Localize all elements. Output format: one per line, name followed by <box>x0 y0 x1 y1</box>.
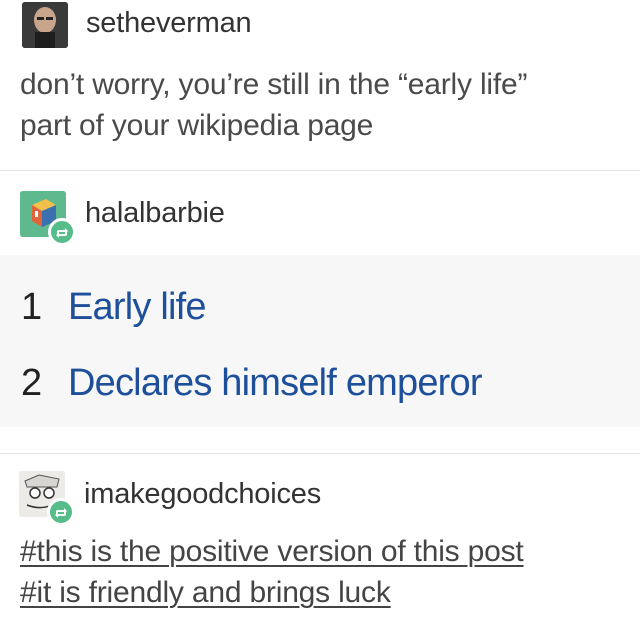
tag-link-2[interactable]: #it is friendly and brings luck <box>20 576 391 610</box>
tag-link-1[interactable]: #this is the positive version of this po… <box>20 535 524 569</box>
toc-link-early-life[interactable]: Early life <box>68 286 207 329</box>
toc-number-2: 2 <box>21 362 42 404</box>
avatar-setheverman[interactable] <box>22 2 68 48</box>
wikipedia-toc-screenshot: 1 Early life 2 Declares himself emperor <box>0 255 640 427</box>
reblog-badge-imakegoodchoices <box>47 498 75 526</box>
post-text-line-1: don’t worry, you’re still in the “early … <box>20 68 528 101</box>
post-divider <box>0 170 640 171</box>
username-halalbarbie[interactable]: halalbarbie <box>85 197 225 230</box>
reblog-icon <box>56 228 68 238</box>
toc-link-declares-himself-emperor[interactable]: Declares himself emperor <box>68 362 483 405</box>
toc-number-1: 1 <box>21 286 42 328</box>
person-avatar-icon <box>22 2 68 48</box>
post-divider <box>0 453 640 454</box>
post-text-line-2: part of your wikipedia page <box>20 109 374 142</box>
username-imakegoodchoices[interactable]: imakegoodchoices <box>84 478 321 511</box>
username-setheverman[interactable]: setheverman <box>86 7 252 40</box>
reblog-icon <box>55 508 67 518</box>
reblog-badge-halalbarbie <box>48 218 76 246</box>
